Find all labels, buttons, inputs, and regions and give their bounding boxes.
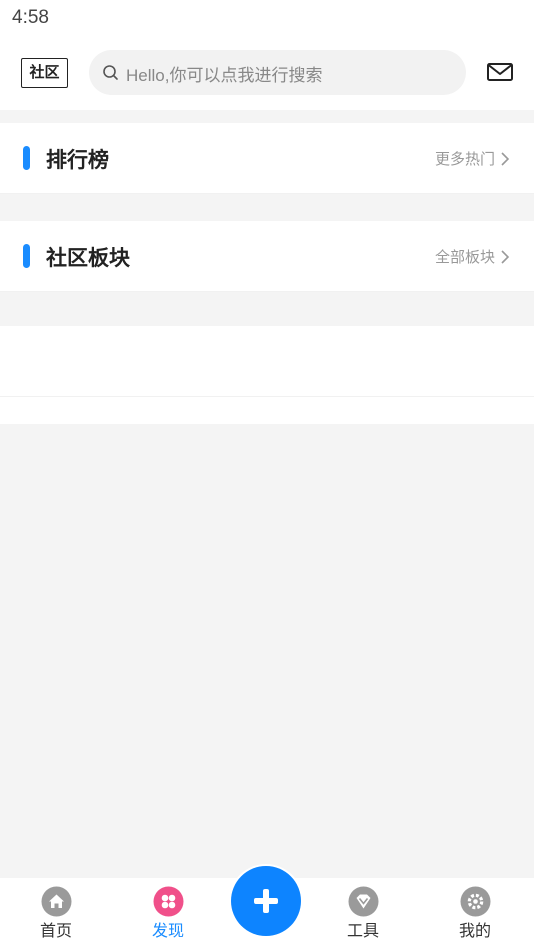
more-hot-label: 更多热门 [434,150,495,168]
mail-icon[interactable] [486,60,514,84]
community-logo[interactable]: 社区 [21,58,68,88]
all-boards-link[interactable]: 全部板块 [435,246,510,267]
section-title: 排行榜 [46,148,109,172]
ranking-section: 排行榜 更多热门 [0,123,534,194]
section-title: 社区板块 [46,246,130,270]
header: 社区 Hello,你可以点我进行搜索 [0,40,534,110]
nav-item-tools[interactable]: 工具 [328,886,398,941]
add-post-button-circle [231,866,301,936]
empty-row [0,326,534,397]
more-hot-link[interactable]: 更多热门 [435,148,510,169]
empty-content-panel [0,326,534,424]
search-input[interactable]: Hello,你可以点我进行搜索 [89,50,466,95]
status-time: 4:58 [12,7,49,28]
nav-label-home: 首页 [39,921,72,940]
ranking-header: 排行榜 更多热门 [0,123,534,194]
search-placeholder: Hello,你可以点我进行搜索 [126,66,323,85]
nav-label-tools: 工具 [346,921,379,940]
section-accent-bar [23,244,30,268]
settings-icon [460,886,490,917]
boards-section: 社区板块 全部板块 [0,221,534,292]
chevron-right-icon [501,151,510,166]
home-icon [41,886,71,917]
plus-icon [254,889,278,913]
tools-icon [348,886,378,917]
status-bar: 4:58 [0,0,534,40]
discover-icon [153,886,183,917]
chevron-right-icon [501,249,510,264]
boards-header: 社区板块 全部板块 [0,221,534,292]
nav-item-mine[interactable]: 我的 [440,886,510,941]
nav-label-discover: 发现 [151,921,184,940]
nav-label-mine: 我的 [458,921,491,940]
nav-item-home[interactable]: 首页 [21,886,91,941]
nav-item-discover[interactable]: 发现 [133,886,203,941]
app-screen: 4:58 社区 Hello,你可以点我进行搜索 排行榜 更多热门 社区板块 全部… [0,0,534,949]
section-accent-bar [23,146,30,170]
add-post-button[interactable] [229,864,303,938]
search-icon [103,65,118,80]
all-boards-label: 全部板块 [434,248,495,266]
